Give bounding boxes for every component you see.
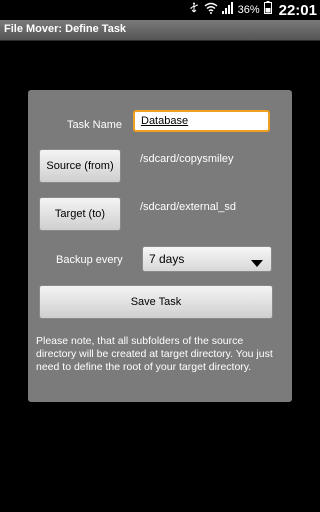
status-bar: 36% 22:01 — [0, 0, 320, 20]
define-task-dialog: Task Name Database Source (from) /sdcard… — [28, 90, 292, 402]
battery-percent: 36% — [237, 4, 260, 16]
source-path: /sdcard/copysmiley — [140, 153, 234, 165]
status-icons: 36% 22:01 — [188, 0, 317, 20]
backup-interval-select[interactable]: 7 days — [142, 246, 272, 272]
battery-icon — [263, 1, 272, 19]
target-button[interactable]: Target (to) — [39, 197, 121, 231]
task-name-input[interactable]: Database — [133, 110, 270, 132]
target-path: /sdcard/external_sd — [140, 201, 236, 213]
save-task-button[interactable]: Save Task — [39, 285, 273, 319]
dropdown-arrow-icon — [251, 256, 263, 270]
info-note: Please note, that all subfolders of the … — [36, 335, 273, 373]
signal-icon — [221, 1, 234, 19]
source-button[interactable]: Source (from) — [39, 149, 121, 183]
task-name-value: Database — [141, 115, 189, 127]
title-bar: File Mover: Define Task — [0, 20, 320, 41]
app-title: File Mover: Define Task — [4, 23, 127, 35]
clock: 22:01 — [278, 1, 317, 19]
task-name-label: Task Name — [67, 119, 123, 131]
backup-label: Backup every — [56, 254, 123, 266]
usb-icon — [188, 1, 200, 19]
wifi-icon — [204, 1, 218, 19]
backup-interval-value: 7 days — [149, 252, 185, 266]
